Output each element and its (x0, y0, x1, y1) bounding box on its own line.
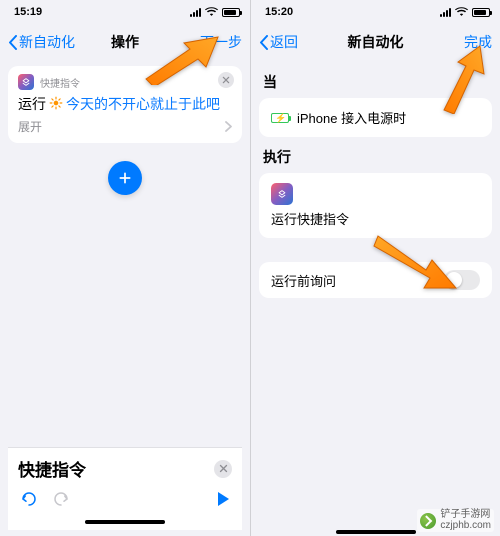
nav-next-label: 下一步 (200, 32, 242, 52)
wifi-icon (205, 6, 218, 19)
action-row[interactable]: 运行快捷指令 (259, 173, 492, 238)
sun-icon (49, 96, 63, 113)
redo-button[interactable] (52, 491, 70, 512)
redo-icon (52, 491, 70, 507)
card-app-label: 快捷指令 (40, 75, 80, 90)
card-remove-button[interactable] (218, 72, 234, 88)
plus-icon (117, 170, 133, 186)
trigger-row[interactable]: ⚡ iPhone 接入电源时 (259, 98, 492, 137)
undo-button[interactable] (20, 491, 38, 512)
chevron-left-icon (8, 35, 17, 50)
status-time: 15:20 (265, 6, 293, 18)
wifi-icon (455, 6, 468, 19)
battery-icon (472, 8, 490, 17)
run-line: 运行 今天的不开心就止于此吧 (18, 94, 232, 114)
battery-icon (222, 8, 240, 17)
nav-done-label: 完成 (464, 32, 492, 52)
status-right (440, 6, 490, 19)
close-icon (222, 76, 230, 84)
action-text: 运行快捷指令 (271, 209, 349, 228)
trigger-text: iPhone 接入电源时 (297, 108, 406, 127)
suggestion-panel: 快捷指令 (8, 447, 242, 530)
nav-back-button[interactable]: 新自动化 (8, 32, 75, 52)
ask-before-running-row: 运行前询问 (259, 262, 492, 298)
nav-back-label: 新自动化 (19, 32, 75, 52)
nav-next-button[interactable]: 下一步 (200, 32, 242, 52)
status-time: 15:19 (14, 6, 42, 18)
play-icon (216, 491, 230, 507)
cell-signal-icon (190, 8, 201, 17)
status-bar: 15:19 (0, 0, 250, 24)
status-bar: 15:20 (251, 0, 500, 24)
chevron-right-icon (225, 121, 232, 132)
shortcuts-app-icon (18, 74, 34, 90)
run-label: 运行 (18, 94, 46, 114)
action-card[interactable]: 快捷指令 运行 今天的不开心就止于此吧 展开 (8, 66, 242, 143)
nav-bar: 新自动化 操作 下一步 (0, 24, 250, 60)
chevron-left-icon (259, 35, 268, 50)
nav-done-button[interactable]: 完成 (464, 32, 492, 52)
watermark-line2: czjphb.com (440, 521, 491, 532)
add-action-button[interactable] (108, 161, 142, 195)
cell-signal-icon (440, 8, 451, 17)
section-when-label: 当 (263, 72, 488, 92)
screen-actions: 15:19 新自动化 操作 下一步 (0, 0, 250, 536)
home-indicator (336, 530, 416, 534)
status-right (190, 6, 240, 19)
home-indicator (85, 520, 165, 524)
nav-back-label: 返回 (270, 32, 298, 52)
watermark-logo-icon (420, 513, 436, 529)
screen-new-automation: 15:20 返回 新自动化 完成 当 ⚡ iPhone 接 (250, 0, 500, 536)
section-do-label: 执行 (263, 147, 488, 167)
close-icon (219, 464, 228, 473)
nav-bar: 返回 新自动化 完成 (251, 24, 500, 60)
expand-label: 展开 (18, 118, 42, 135)
suggestion-title: 快捷指令 (18, 456, 86, 481)
run-button[interactable] (216, 491, 230, 512)
ask-toggle[interactable] (444, 270, 480, 290)
watermark-line1: 铲子手游网 (440, 510, 491, 521)
ask-label: 运行前询问 (271, 271, 336, 290)
suggestion-close-button[interactable] (214, 460, 232, 478)
watermark: 铲子手游网 czjphb.com (417, 509, 494, 532)
undo-icon (20, 491, 38, 507)
expand-row[interactable]: 展开 (18, 118, 232, 135)
shortcuts-app-icon (271, 183, 293, 205)
nav-back-button[interactable]: 返回 (259, 32, 298, 52)
power-connect-icon: ⚡ (271, 113, 289, 123)
shortcut-name-link[interactable]: 今天的不开心就止于此吧 (66, 94, 220, 114)
